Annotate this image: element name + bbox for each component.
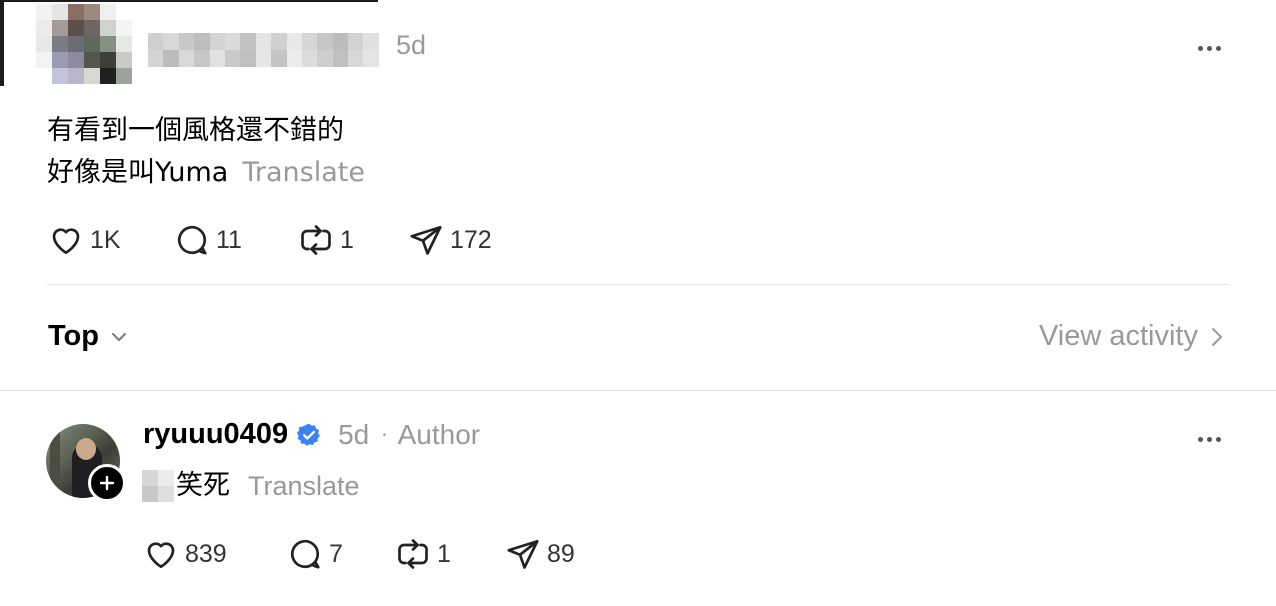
reply-text: 笑死 xyxy=(176,470,230,501)
op-timestamp: 5d xyxy=(396,30,427,60)
comment-icon xyxy=(290,539,320,569)
op-reply-count: 11 xyxy=(216,225,242,254)
op-more-options-button[interactable] xyxy=(1191,33,1227,63)
op-line-2: 好像是叫Yuma Translate xyxy=(47,152,365,194)
op-repost-button[interactable]: 1 xyxy=(298,222,408,258)
op-body: 有看到一個風格還不錯的 好像是叫Yuma Translate xyxy=(47,110,365,194)
op-username-pixelated[interactable] xyxy=(148,33,379,67)
reply-like-button[interactable]: 839 xyxy=(143,536,287,572)
reply-share-button[interactable]: 89 xyxy=(505,536,575,572)
heart-icon xyxy=(52,228,80,255)
view-activity-label: View activity xyxy=(1038,320,1198,352)
heart-icon xyxy=(147,542,175,569)
reply-action-bar: 839 7 1 89 xyxy=(143,536,575,572)
reply-repost-button[interactable]: 1 xyxy=(395,536,505,572)
send-icon xyxy=(410,225,442,255)
send-icon xyxy=(507,539,539,569)
op-share-button[interactable]: 172 xyxy=(408,222,492,258)
reply-like-count: 839 xyxy=(185,539,227,568)
section-divider xyxy=(0,390,1276,391)
sort-label: Top xyxy=(48,320,99,352)
op-avatar-pixelated[interactable] xyxy=(36,4,132,84)
chevron-right-icon xyxy=(1212,327,1222,346)
author-tag: Author xyxy=(397,418,481,450)
reply-timestamp: 5d xyxy=(338,418,370,450)
view-activity-link[interactable]: View activity xyxy=(1039,320,1224,353)
comment-icon xyxy=(177,225,207,255)
reply-reply-button[interactable]: 7 xyxy=(287,536,395,572)
reply-share-count: 89 xyxy=(547,539,575,568)
chevron-down-icon xyxy=(112,332,126,341)
op-reply-button[interactable]: 11 xyxy=(174,222,298,258)
op-action-bar: 1K 11 1 172 xyxy=(48,222,492,258)
reply-body: 笑死 Translate xyxy=(142,466,360,506)
sort-dropdown[interactable]: Top xyxy=(48,320,129,353)
reply-reply-count: 7 xyxy=(329,539,343,568)
op-share-count: 172 xyxy=(450,225,492,254)
repost-icon xyxy=(301,225,331,255)
post-divider xyxy=(47,284,1229,285)
thread-line xyxy=(0,0,4,86)
op-like-button[interactable]: 1K xyxy=(48,222,174,258)
op-translate-link[interactable]: Translate xyxy=(242,157,365,188)
op-repost-count: 1 xyxy=(340,225,354,254)
reply-header: ryuuu0409 5d · Author xyxy=(143,418,480,451)
reply-redacted-block xyxy=(142,470,174,502)
op-like-count: 1K xyxy=(90,225,121,254)
reply-more-options-button[interactable] xyxy=(1191,424,1227,454)
reply-username[interactable]: ryuuu0409 xyxy=(143,418,288,451)
repost-icon xyxy=(398,539,428,569)
op-line-2-text: 好像是叫Yuma xyxy=(47,157,229,188)
plus-icon xyxy=(99,475,115,491)
op-line-1: 有看到一個風格還不錯的 xyxy=(47,115,344,146)
reply-repost-count: 1 xyxy=(437,539,451,568)
separator-dot: · xyxy=(381,422,388,447)
reply-translate-link[interactable]: Translate xyxy=(248,466,360,506)
verified-badge-icon xyxy=(296,423,321,446)
thread-top-rule xyxy=(0,0,378,2)
follow-button[interactable] xyxy=(88,464,126,502)
